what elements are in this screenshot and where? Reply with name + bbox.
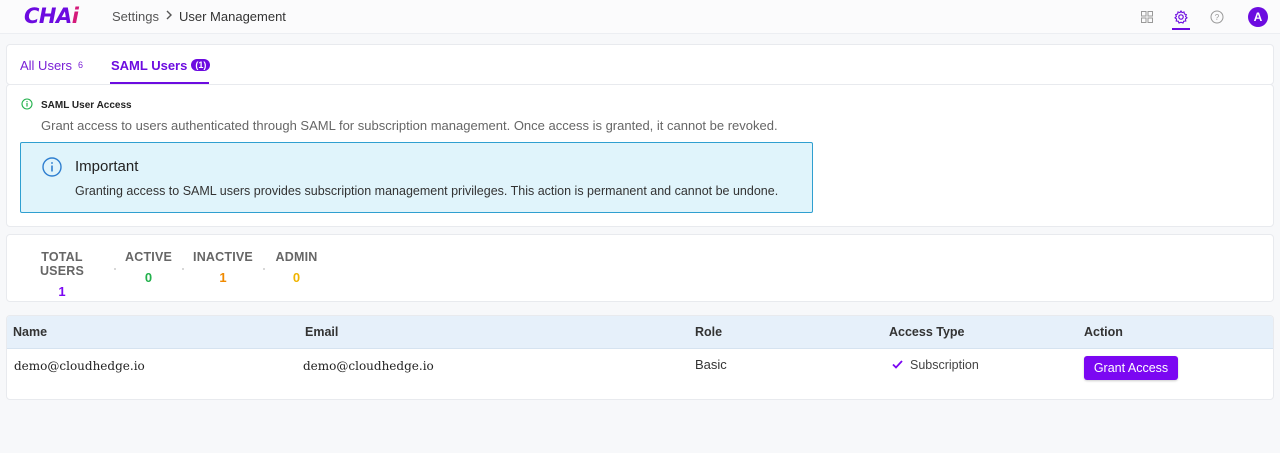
grant-access-button[interactable]: Grant Access: [1084, 356, 1178, 380]
stat-active: ACTIVE 0: [125, 250, 172, 285]
tab-all-users[interactable]: All Users 6: [20, 58, 83, 73]
stat-value: 1: [219, 270, 227, 285]
app-logo[interactable]: CHAi: [24, 4, 79, 28]
saml-info-header: SAML User Access: [21, 98, 132, 113]
tab-saml-users[interactable]: SAML Users (1): [111, 58, 211, 73]
cell-name: demo@cloudhedge.io: [14, 359, 145, 373]
gear-icon[interactable]: [1172, 6, 1190, 30]
stat-total-users: TOTAL USERS 1: [20, 250, 104, 299]
check-icon: [892, 358, 903, 372]
avatar[interactable]: A: [1248, 7, 1268, 27]
column-header-email[interactable]: Email: [305, 325, 338, 339]
access-type-label: Subscription: [910, 358, 979, 372]
top-bar: CHAi Settings User Management ? A: [0, 0, 1280, 34]
stat-value: 0: [292, 270, 301, 285]
breadcrumb-settings[interactable]: Settings: [112, 9, 159, 24]
stat-divider: [182, 268, 184, 270]
column-header-name[interactable]: Name: [13, 325, 47, 339]
breadcrumb: Settings User Management: [112, 8, 286, 24]
stat-divider: [114, 268, 116, 270]
stat-label: ADMIN: [275, 250, 318, 264]
tab-saml-users-count: (1): [191, 59, 211, 71]
cell-email: demo@cloudhedge.io: [303, 359, 434, 373]
info-circle-icon: [21, 98, 33, 113]
stat-admin: ADMIN 0: [274, 250, 319, 285]
stat-divider: [263, 268, 265, 270]
saml-info-section: SAML User Access Grant access to users a…: [6, 84, 1274, 227]
stat-value: 1: [58, 284, 66, 299]
svg-text:?: ?: [1215, 13, 1220, 22]
info-icon: [41, 156, 63, 183]
user-tabs: All Users 6 SAML Users (1): [6, 44, 1274, 85]
column-header-action: Action: [1084, 325, 1123, 339]
column-header-access-type[interactable]: Access Type: [889, 325, 965, 339]
cell-access-type: Subscription: [892, 358, 979, 372]
tab-all-users-label: All Users: [20, 58, 73, 73]
important-title: Important: [75, 158, 139, 175]
apps-grid-icon[interactable]: [1138, 8, 1156, 26]
help-icon[interactable]: ?: [1208, 8, 1226, 26]
stat-value: 0: [144, 270, 153, 285]
breadcrumb-user-management: User Management: [178, 8, 286, 24]
important-body: Granting access to SAML users provides s…: [75, 184, 779, 198]
table-header: Name Email Role Access Type Action: [7, 316, 1273, 349]
tab-saml-users-label: SAML Users: [111, 58, 188, 73]
stat-label: INACTIVE: [193, 250, 253, 264]
saml-info-title: SAML User Access: [41, 100, 132, 111]
saml-info-description: Grant access to users authenticated thro…: [41, 118, 778, 133]
stat-inactive: INACTIVE 1: [193, 250, 253, 285]
important-callout: Important Granting access to SAML users …: [20, 142, 813, 213]
column-header-role[interactable]: Role: [695, 325, 722, 339]
stat-label: TOTAL USERS: [39, 250, 85, 278]
saml-users-table: Name Email Role Access Type Action demo@…: [6, 315, 1274, 400]
chevron-right-icon: [164, 8, 174, 24]
stat-label: ACTIVE: [125, 250, 173, 264]
tab-all-users-count: 6: [78, 60, 84, 70]
user-stats: TOTAL USERS 1 ACTIVE 0 INACTIVE 1 ADMIN …: [6, 234, 1274, 302]
cell-role: Basic: [695, 357, 727, 372]
